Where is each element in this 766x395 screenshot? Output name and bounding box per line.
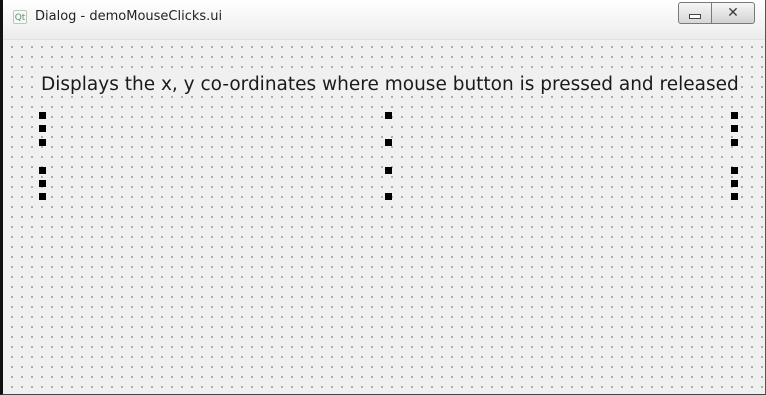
caption-buttons: ✕: [678, 2, 755, 24]
resize-handle[interactable]: [385, 139, 392, 146]
selection-handles-middle: [385, 112, 393, 200]
resize-handle[interactable]: [385, 193, 392, 200]
minimize-button[interactable]: [678, 2, 712, 24]
resize-handle[interactable]: [39, 112, 46, 119]
close-button[interactable]: ✕: [711, 2, 755, 24]
resize-handle[interactable]: [39, 193, 46, 200]
resize-handle[interactable]: [731, 112, 738, 119]
resize-handle[interactable]: [731, 180, 738, 187]
resize-handle[interactable]: [385, 167, 392, 174]
selection-handles-right: [731, 112, 739, 200]
resize-handle[interactable]: [39, 167, 46, 174]
selection-handles-left: [39, 112, 47, 200]
resize-handle[interactable]: [731, 193, 738, 200]
form-canvas[interactable]: Displays the x, y co-ordinates where mou…: [3, 40, 765, 394]
window-title: Dialog - demoMouseClicks.ui: [35, 9, 223, 24]
resize-handle[interactable]: [39, 180, 46, 187]
resize-handle[interactable]: [39, 139, 46, 146]
minimize-icon: [689, 13, 701, 19]
designer-window: Qt Dialog - demoMouseClicks.ui ✕ Display…: [0, 0, 766, 395]
resize-handle[interactable]: [39, 125, 46, 132]
close-icon: ✕: [727, 5, 739, 21]
resize-handle[interactable]: [731, 167, 738, 174]
instruction-label[interactable]: Displays the x, y co-ordinates where mou…: [41, 74, 739, 95]
title-bar[interactable]: Qt Dialog - demoMouseClicks.ui ✕: [3, 0, 765, 40]
resize-handle[interactable]: [731, 139, 738, 146]
resize-handle[interactable]: [731, 125, 738, 132]
resize-handle[interactable]: [385, 112, 392, 119]
qt-app-icon: Qt: [13, 10, 27, 24]
